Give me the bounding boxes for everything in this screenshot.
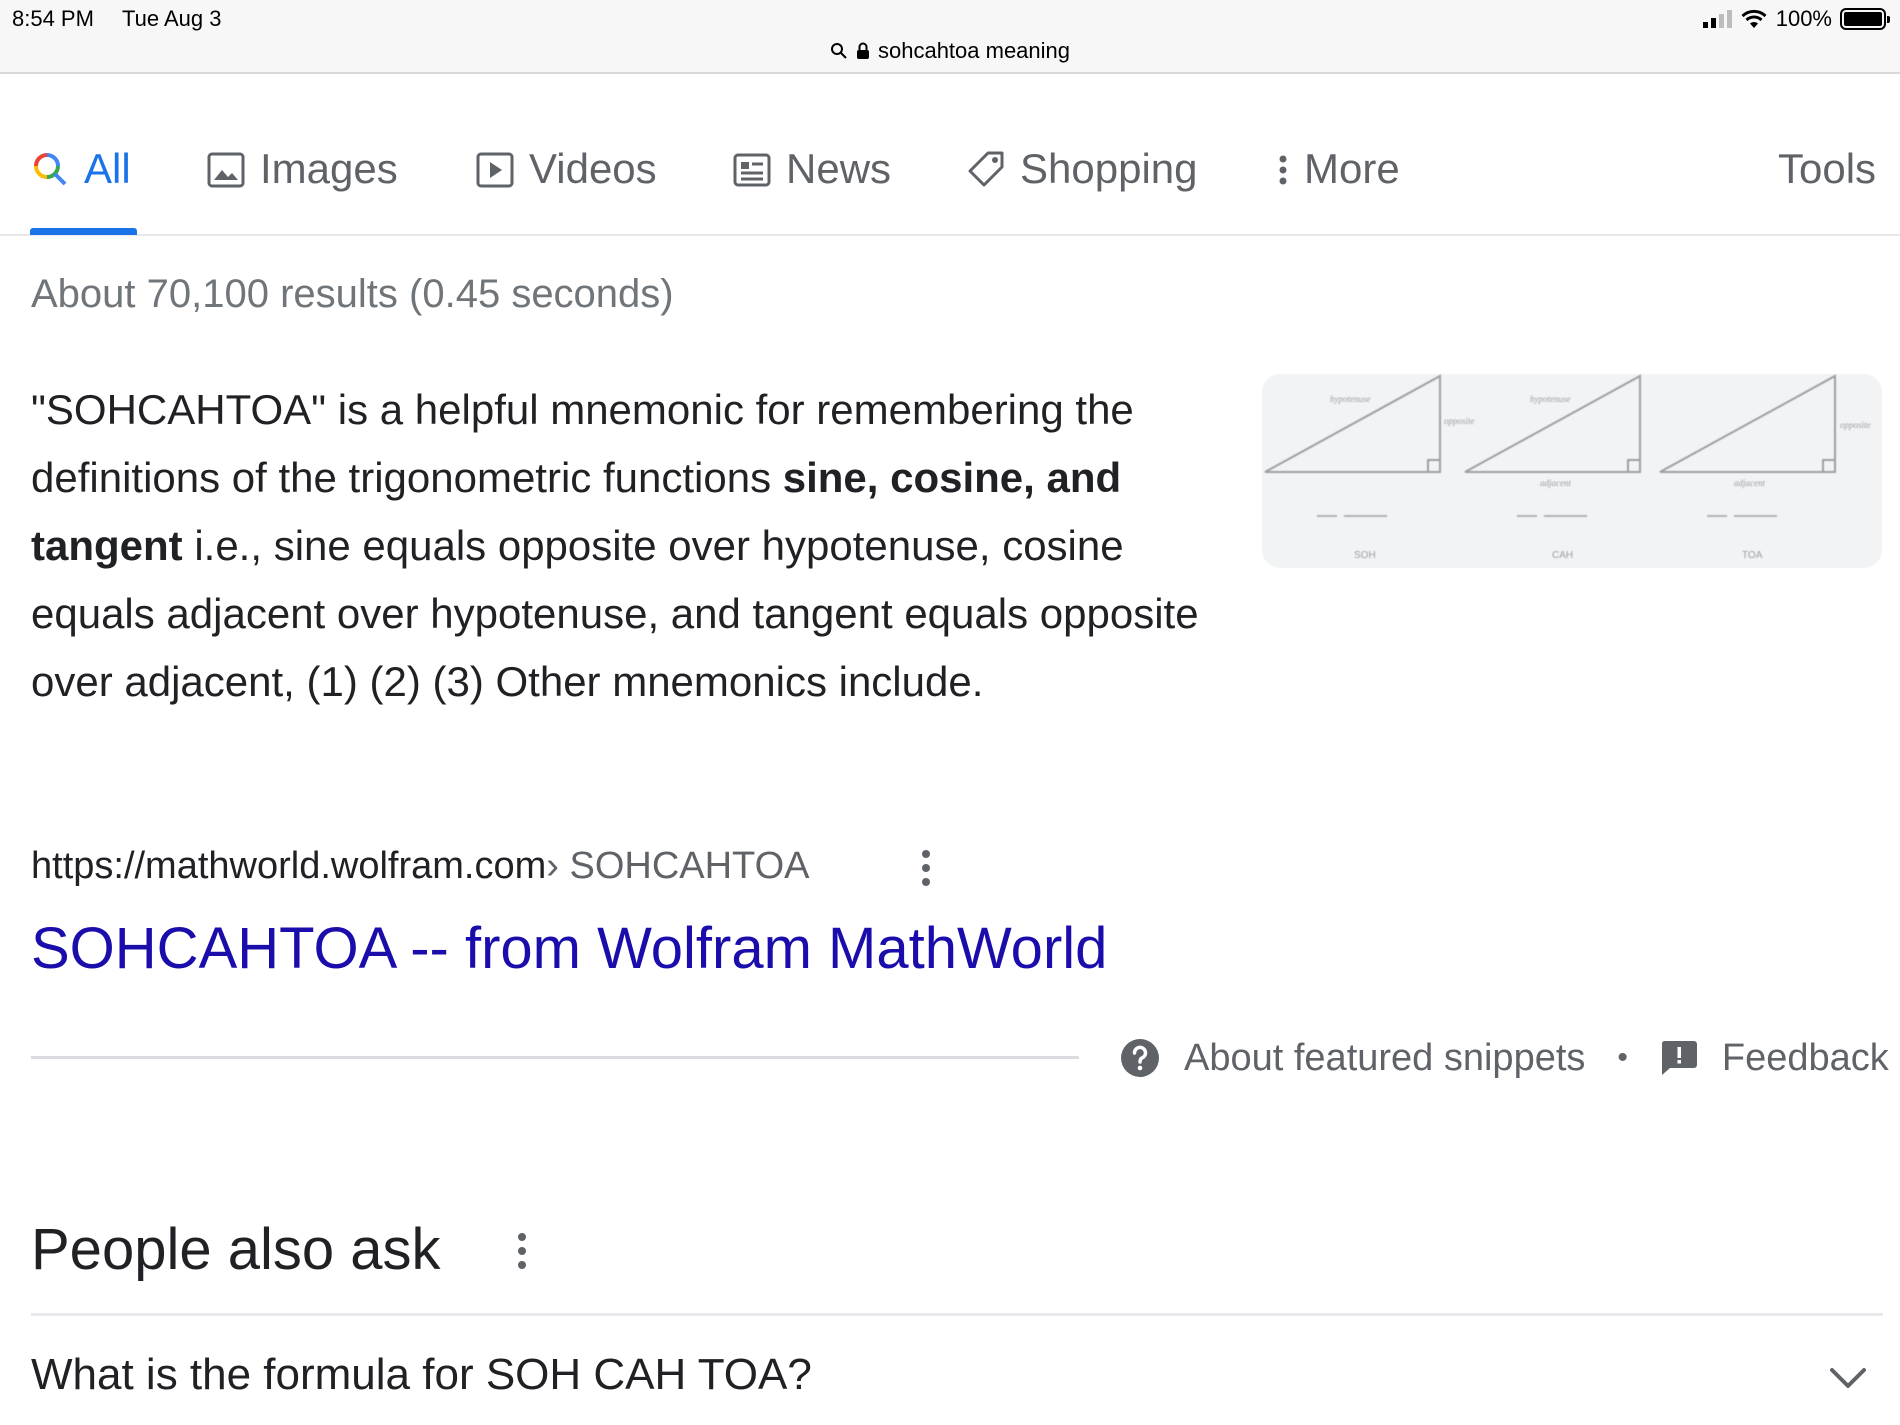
paa-menu-icon[interactable] <box>512 1230 532 1272</box>
about-label: About featured snippets <box>1184 1036 1586 1079</box>
address-bar[interactable]: sohcahtoa meaning <box>0 36 1900 66</box>
help-icon <box>1121 1039 1159 1077</box>
caption-toa: TOA <box>1742 550 1763 561</box>
result-title-link[interactable]: SOHCAHTOA -- from Wolfram MathWorld <box>31 915 1107 982</box>
address-text: sohcahtoa meaning <box>877 38 1071 63</box>
active-tab-indicator <box>30 228 137 235</box>
tag-icon <box>968 151 1004 187</box>
source-breadcrumb: › SOHCAHTOA <box>546 845 810 887</box>
result-menu-icon[interactable] <box>916 847 936 889</box>
status-indicators: 100% <box>1702 6 1890 32</box>
snippet-footer: About featured snippets • Feedback <box>1120 1034 1889 1082</box>
tab-more[interactable]: More <box>1276 144 1400 194</box>
battery-icon <box>1840 8 1890 30</box>
caption-soh: SOH <box>1354 550 1376 561</box>
newspaper-icon <box>733 153 771 187</box>
caption-cah: CAH <box>1552 550 1573 561</box>
search-icon <box>830 43 847 59</box>
lock-icon <box>856 42 869 59</box>
tab-label: All <box>84 145 131 192</box>
tab-shopping[interactable]: Shopping <box>966 144 1198 194</box>
paa-divider <box>31 1313 1883 1316</box>
side-label: adjacent <box>1540 478 1571 488</box>
side-label: hypotenuse <box>1530 394 1571 404</box>
source-domain: https://mathworld.wolfram.com <box>31 845 547 887</box>
tab-videos[interactable]: Videos <box>475 144 657 194</box>
featured-snippet-text: "SOHCAHTOA" is a helpful mnemonic for re… <box>31 376 1231 716</box>
more-vertical-icon <box>1279 155 1287 185</box>
chevron-down-icon[interactable] <box>1828 1364 1868 1392</box>
search-tabs: All Images Videos News Shopping More Too… <box>0 130 1900 236</box>
side-label: opposite <box>1840 420 1871 430</box>
tab-label: Videos <box>529 145 657 192</box>
side-label: hypotenuse <box>1330 394 1371 404</box>
play-icon <box>476 152 514 188</box>
separator: • <box>1617 1041 1628 1074</box>
tools-label: Tools <box>1778 145 1877 192</box>
feedback-link[interactable]: Feedback <box>1660 1037 1889 1080</box>
trig-triangles-image[interactable]: hypotenuse opposite hypotenuse adjacent … <box>1262 374 1882 568</box>
status-bar: 8:54 PM Tue Aug 3 100% sohcahtoa meaning <box>0 0 1900 74</box>
cellular-signal-icon <box>1702 10 1732 28</box>
people-also-ask-heading: People also ask <box>31 1217 441 1282</box>
feedback-icon <box>1661 1041 1697 1075</box>
about-featured-snippets-link[interactable]: About featured snippets <box>1120 1037 1585 1080</box>
snippet-text-end: i.e., sine equals opposite over hypotenu… <box>31 522 1199 705</box>
search-icon <box>34 153 67 186</box>
tab-images[interactable]: Images <box>206 144 398 194</box>
feedback-label: Feedback <box>1721 1036 1889 1079</box>
tab-label: Shopping <box>1020 145 1198 192</box>
result-source-url[interactable]: https://mathworld.wolfram.com › SOHCAHTO… <box>31 845 809 888</box>
tab-label: More <box>1304 145 1400 192</box>
tab-label: Images <box>260 145 398 192</box>
tools-button[interactable]: Tools <box>1778 144 1876 194</box>
results-stats: About 70,100 results (0.45 seconds) <box>31 272 674 316</box>
tab-all[interactable]: All <box>30 144 131 194</box>
status-date: Tue Aug 3 <box>122 6 222 31</box>
battery-percent: 100% <box>1775 6 1832 31</box>
paa-question[interactable]: What is the formula for SOH CAH TOA? <box>31 1350 812 1400</box>
tab-news[interactable]: News <box>732 144 891 194</box>
status-time: 8:54 PM <box>12 6 94 31</box>
side-label: opposite <box>1444 416 1475 426</box>
snippet-divider <box>31 1056 1079 1059</box>
wifi-icon <box>1741 9 1767 28</box>
triangles-diagram: hypotenuse opposite hypotenuse adjacent … <box>1264 374 1871 561</box>
image-icon <box>207 152 245 188</box>
tab-label: News <box>786 145 892 192</box>
side-label: adjacent <box>1734 478 1765 488</box>
